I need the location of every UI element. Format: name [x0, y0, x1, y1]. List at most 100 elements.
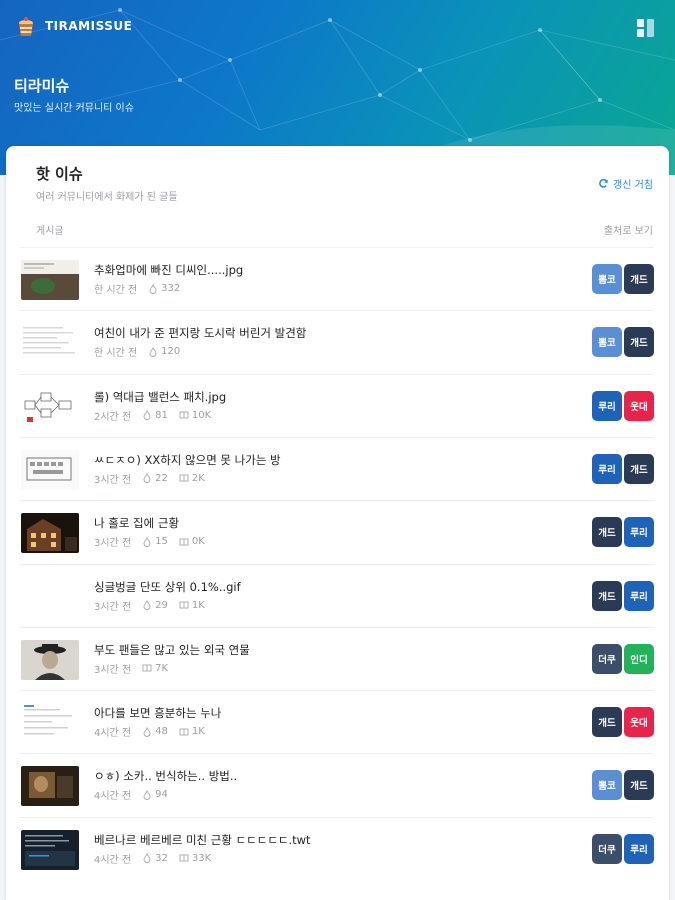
post-row[interactable]: 부도 팬들은 많고 있는 외국 연물 3시간 전 7K 더쿠 인디 — [20, 626, 654, 690]
post-thumbnail[interactable] — [21, 703, 79, 744]
post-title[interactable]: 아다를 보면 흥분하는 누나 — [94, 705, 221, 721]
post-row[interactable]: ㅆㄷㅈㅇ) XX하지 않으면 못 나가는 방 3시간 전 22 2K 루리 개드 — [20, 436, 654, 500]
post-thumbnail[interactable] — [21, 639, 79, 680]
like-icon — [143, 726, 151, 737]
post-views: 1K — [191, 599, 205, 611]
post-thumbnail[interactable] — [21, 323, 79, 364]
source-tag[interactable]: 루리 — [624, 580, 654, 611]
source-tags: 뽐코 개드 — [592, 264, 654, 294]
post-thumbnail[interactable] — [21, 577, 79, 617]
post-views: 0K — [191, 536, 205, 548]
like-icon — [143, 410, 151, 420]
top-bar: TIRAMISSUE — [0, 0, 675, 56]
post-title[interactable]: 나 홀로 집에 근황 — [94, 515, 179, 531]
post-thumbnail[interactable] — [21, 829, 79, 870]
post-meta: 3시간 전 22 2K — [94, 471, 205, 486]
source-tags: 개드 루리 — [592, 580, 654, 611]
tiramisu-logo-icon — [19, 17, 33, 36]
post-title[interactable]: 추화업마에 빠진 디씨인.....jpg — [94, 262, 243, 278]
source-tag[interactable]: 개드 — [624, 453, 654, 484]
views-icon — [179, 601, 189, 609]
grid-icon-cell — [647, 19, 654, 37]
source-tags: 더쿠 인디 — [592, 643, 654, 674]
source-tags: 개드 루리 — [592, 517, 654, 548]
post-likes: 120 — [161, 346, 181, 358]
post-likes: 22 — [155, 472, 168, 484]
post-thumbnail[interactable] — [21, 766, 79, 807]
post-thumbnail[interactable] — [21, 449, 79, 490]
source-tags: 루리 웃대 — [592, 390, 654, 421]
source-tags: 더쿠 루리 — [592, 833, 654, 864]
post-likes: 32 — [155, 852, 168, 864]
post-time: 4시간 전 — [94, 728, 132, 740]
source-tag[interactable]: 뽐코 — [592, 264, 622, 294]
app-name: TIRAMISSUE — [45, 19, 133, 33]
post-time: 3시간 전 — [94, 474, 132, 486]
post-views: 2K — [191, 472, 205, 484]
source-tag[interactable]: 뽐코 — [592, 327, 622, 358]
source-tag[interactable]: 개드 — [624, 264, 654, 294]
source-tag[interactable]: 개드 — [592, 707, 622, 738]
source-tag[interactable]: 더쿠 — [592, 643, 622, 674]
post-time: 2시간 전 — [94, 411, 132, 423]
source-tags: 개드 웃대 — [592, 707, 654, 738]
post-time: 4시간 전 — [94, 791, 132, 803]
post-row[interactable]: 싱글벙글 단또 상위 0.1%..gif 3시간 전 29 1K 개드 루리 — [20, 563, 654, 627]
post-title[interactable]: 부도 팬들은 많고 있는 외국 연물 — [94, 642, 250, 658]
post-likes: 29 — [155, 599, 168, 611]
refresh-icon — [599, 178, 608, 188]
post-row[interactable]: 추화업마에 빠진 디씨인.....jpg 한 시간 전 332 뽐코 개드 — [20, 247, 654, 310]
views-icon — [179, 854, 189, 862]
source-tag[interactable]: 인디 — [624, 643, 654, 674]
source-tag[interactable]: 뽐코 — [592, 770, 622, 801]
post-row[interactable]: 나 홀로 집에 근황 3시간 전 15 0K 개드 루리 — [20, 500, 654, 563]
post-meta: 한 시간 전 120 — [94, 344, 180, 359]
post-title[interactable]: ㅇㅎ) 소카.. 번식하는.. 방법.. — [94, 768, 237, 784]
refresh-button[interactable]: 갱신 거침 — [598, 176, 653, 191]
grid-view-button[interactable] — [637, 19, 655, 37]
post-title[interactable]: ㅆㄷㅈㅇ) XX하지 않으면 못 나가는 방 — [94, 452, 281, 468]
post-title[interactable]: 롤) 역대급 밸런스 패치.jpg — [94, 389, 226, 405]
source-tag[interactable]: 개드 — [624, 770, 654, 801]
source-tag[interactable]: 루리 — [592, 390, 622, 421]
post-title[interactable]: 싱글벙글 단또 상위 0.1%..gif — [94, 579, 241, 595]
views-icon — [179, 474, 189, 482]
page-subtitle: 맛있는 실시간 커뮤니티 이슈 — [14, 103, 134, 114]
source-tag[interactable]: 웃대 — [624, 707, 654, 738]
source-tag[interactable]: 루리 — [624, 517, 654, 548]
hot-issues-card: 핫 이슈 여러 커뮤니티에서 화제가 된 글들 갱신 거침 게시글 출처로 보기… — [6, 146, 669, 900]
source-tag[interactable]: 개드 — [624, 327, 654, 358]
post-meta: 4시간 전 32 33K — [94, 851, 211, 866]
like-icon — [143, 789, 151, 800]
post-row[interactable]: 롤) 역대급 밸런스 패치.jpg 2시간 전 81 10K 루리 웃대 — [20, 373, 654, 437]
post-meta: 4시간 전 48 1K — [94, 724, 205, 739]
post-title[interactable]: 베르나르 베르베르 미친 근황 ㄷㄷㄷㄷㄷ.twt — [94, 832, 311, 848]
source-tag[interactable]: 개드 — [592, 517, 622, 548]
post-title[interactable]: 여친이 내가 준 편지랑 도시락 버린거 발견함 — [94, 325, 306, 341]
views-icon — [179, 728, 189, 736]
source-tag[interactable]: 개드 — [592, 580, 622, 611]
post-thumbnail[interactable] — [21, 386, 79, 427]
post-row[interactable]: 베르나르 베르베르 미친 근황 ㄷㄷㄷㄷㄷ.twt 4시간 전 32 33K 더쿠 루리 — [20, 816, 654, 880]
grid-icon-cell — [637, 29, 644, 37]
post-thumbnail[interactable] — [21, 260, 79, 300]
view-by-source-link[interactable]: 출처로 보기 — [604, 222, 653, 237]
source-tag[interactable]: 웃대 — [624, 390, 654, 421]
page-title: 티라미슈 — [14, 77, 70, 95]
post-likes: 94 — [155, 789, 168, 801]
like-icon — [149, 283, 157, 294]
source-tag[interactable]: 루리 — [624, 833, 654, 864]
post-time: 한 시간 전 — [94, 348, 138, 360]
post-likes: 332 — [161, 283, 181, 294]
source-tag[interactable]: 더쿠 — [592, 833, 622, 864]
post-row[interactable]: 여친이 내가 준 편지랑 도시락 버린거 발견함한 시간 전 120 뽐코 개드 — [20, 310, 654, 373]
post-row[interactable]: ㅇㅎ) 소카.. 번식하는.. 방법.. 4시간 전 94 뽐코 개드 — [20, 753, 654, 816]
post-views: 10K — [191, 409, 212, 421]
like-icon — [143, 600, 151, 610]
post-thumbnail[interactable] — [21, 513, 79, 554]
source-tag[interactable]: 루리 — [592, 453, 622, 484]
post-row[interactable]: 아다를 보면 흥분하는 누나 4시간 전 48 1K 개드 웃대 — [20, 690, 654, 753]
card-subtitle: 여러 커뮤니티에서 화제가 된 글들 — [36, 192, 178, 203]
post-views: 1K — [191, 726, 205, 738]
like-icon — [143, 536, 151, 547]
